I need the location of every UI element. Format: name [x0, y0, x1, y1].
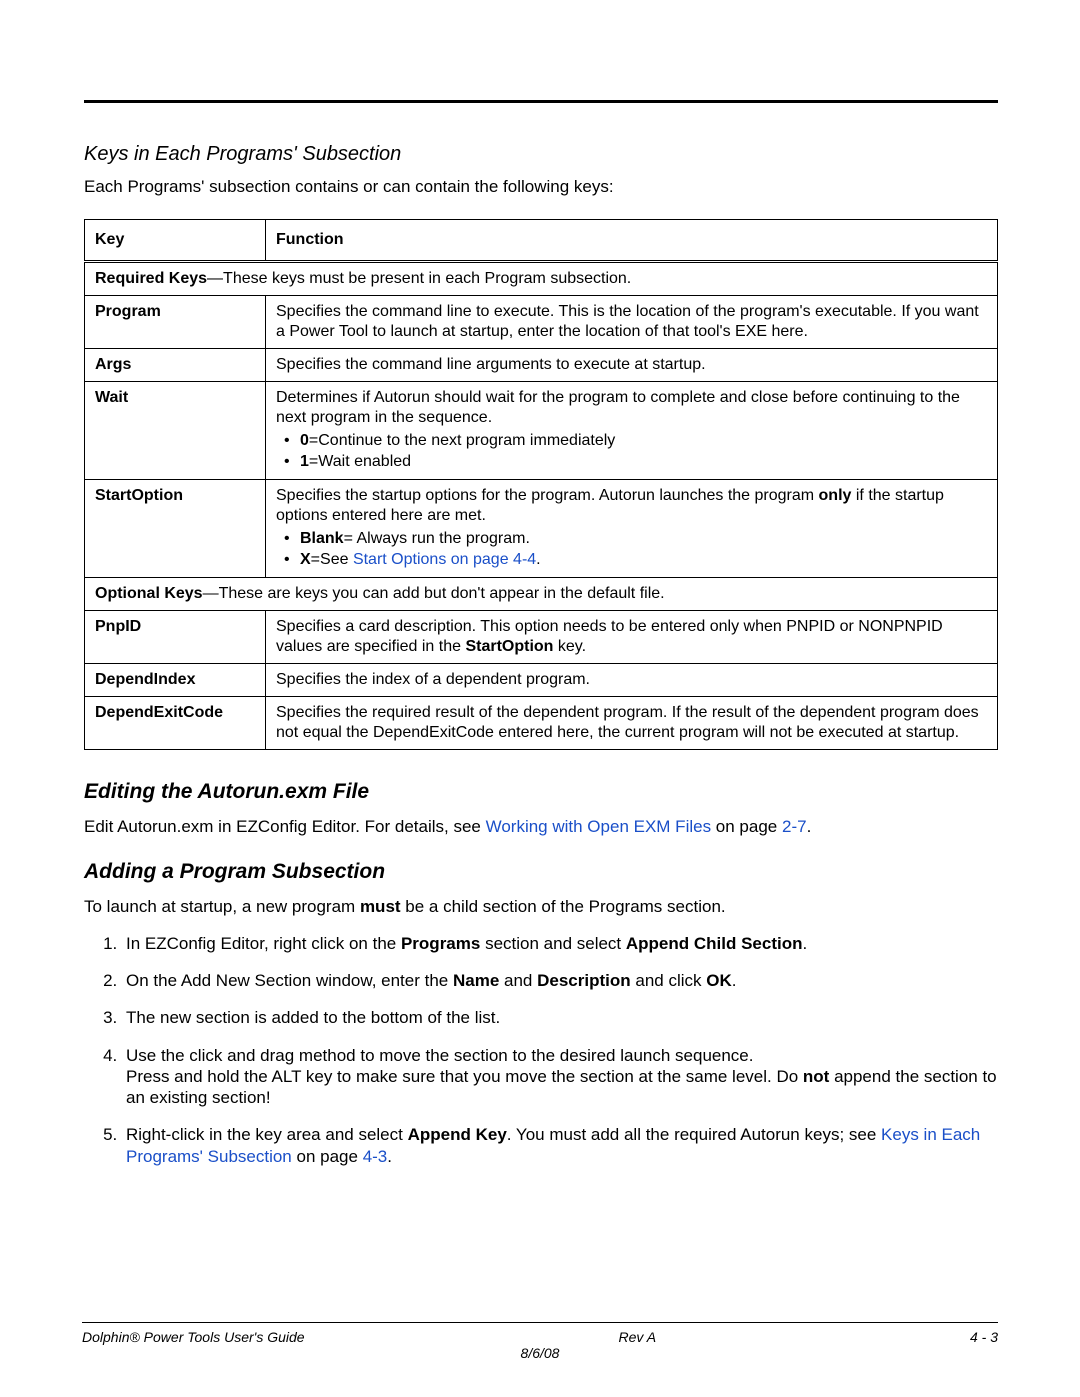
start-x-eq: =See [311, 551, 353, 568]
s1a: In EZConfig Editor, right click on the [126, 934, 401, 953]
adding-intro: To launch at startup, a new program must… [84, 896, 998, 917]
start-blank-bold: Blank [300, 530, 344, 547]
section-heading-editing: Editing the Autorun.exm File [84, 780, 998, 804]
start-lead-a: Specifies the startup options for the pr… [276, 487, 819, 504]
s1c: section and select [480, 934, 626, 953]
section-heading-keys: Keys in Each Programs' Subsection [84, 143, 998, 166]
s1d: Append Child Section [626, 934, 803, 953]
s4c: not [803, 1067, 829, 1086]
s2f: OK [706, 971, 732, 990]
header-rule [84, 100, 998, 103]
add-a: To launch at startup, a new program [84, 897, 360, 916]
wait-1-rest: =Wait enabled [309, 453, 411, 470]
optional-keys-label: Optional Keys [95, 585, 203, 602]
fn-pnpid: Specifies a card description. This optio… [266, 611, 998, 664]
row-wait: Wait Determines if Autorun should wait f… [85, 382, 998, 480]
pnpid-a: Specifies a card description. This optio… [276, 618, 943, 655]
edit-dot: . [807, 817, 812, 836]
intro-paragraph: Each Programs' subsection contains or ca… [84, 176, 998, 197]
start-only: only [819, 487, 852, 504]
section-heading-adding: Adding a Program Subsection [84, 860, 998, 884]
editing-paragraph: Edit Autorun.exm in EZConfig Editor. For… [84, 816, 998, 837]
row-program: Program Specifies the command line to ex… [85, 296, 998, 349]
edit-a: Edit Autorun.exm in EZConfig Editor. For… [84, 817, 486, 836]
start-blank-rest: = Always run the program. [344, 530, 530, 547]
footer-left: Dolphin® Power Tools User's Guide [82, 1329, 305, 1345]
row-pnpid: PnpID Specifies a card description. This… [85, 611, 998, 664]
s2a: On the Add New Section window, enter the [126, 971, 453, 990]
key-dependindex: DependIndex [85, 664, 266, 697]
row-dependexitcode: DependExitCode Specifies the required re… [85, 697, 998, 750]
keys-table: Key Function Required Keys—These keys mu… [84, 219, 998, 750]
key-wait: Wait [85, 382, 266, 480]
s4b: Press and hold the ALT key to make sure … [126, 1067, 803, 1086]
add-must: must [360, 897, 401, 916]
key-args: Args [85, 349, 266, 382]
s5d: on page [292, 1147, 363, 1166]
step-5: Right-click in the key area and select A… [122, 1124, 998, 1167]
fn-dependindex: Specifies the index of a dependent progr… [266, 664, 998, 697]
key-pnpid: PnpID [85, 611, 266, 664]
wait-0-bold: 0 [300, 432, 309, 449]
steps-list: In EZConfig Editor, right click on the P… [84, 933, 998, 1167]
key-startoption: StartOption [85, 480, 266, 578]
step-3: The new section is added to the bottom o… [122, 1007, 998, 1028]
link-working-exm[interactable]: Working with Open EXM Files [486, 817, 711, 836]
wait-0-rest: =Continue to the next program immediatel… [309, 432, 615, 449]
s2e: and click [631, 971, 707, 990]
key-program: Program [85, 296, 266, 349]
link-page-2-7[interactable]: 2-7 [782, 817, 807, 836]
row-dependindex: DependIndex Specifies the index of a dep… [85, 664, 998, 697]
s5a: Right-click in the key area and select [126, 1125, 408, 1144]
pnpid-b: StartOption [465, 638, 553, 655]
s2g: . [732, 971, 737, 990]
fn-startoption: Specifies the startup options for the pr… [266, 480, 998, 578]
footer-center: Rev A [305, 1329, 970, 1345]
step-4: Use the click and drag method to move th… [122, 1045, 998, 1109]
optional-keys-desc: —These are keys you can add but don't ap… [203, 585, 665, 602]
s5b: Append Key [408, 1125, 507, 1144]
footer-rule [82, 1322, 998, 1323]
footer-right: 4 - 3 [970, 1329, 998, 1345]
s2c: and [499, 971, 537, 990]
link-start-options[interactable]: Start Options on page 4-4 [353, 551, 536, 568]
fn-dependexitcode: Specifies the required result of the dep… [266, 697, 998, 750]
fn-args: Specifies the command line arguments to … [266, 349, 998, 382]
required-keys-label: Required Keys [95, 270, 207, 287]
wait-lead: Determines if Autorun should wait for th… [276, 389, 960, 426]
s1b: Programs [401, 934, 480, 953]
s2b: Name [453, 971, 499, 990]
add-c: be a child section of the Programs secti… [401, 897, 726, 916]
th-key: Key [85, 220, 266, 262]
required-keys-desc: —These keys must be present in each Prog… [207, 270, 631, 287]
start-x-dot: . [536, 551, 540, 568]
start-x-bold: X [300, 551, 311, 568]
s4a: Use the click and drag method to move th… [126, 1046, 754, 1065]
pnpid-c: key. [553, 638, 586, 655]
s2d: Description [537, 971, 631, 990]
step-2: On the Add New Section window, enter the… [122, 970, 998, 991]
row-startoption: StartOption Specifies the startup option… [85, 480, 998, 578]
footer-date: 8/6/08 [82, 1345, 998, 1361]
s5e: . [387, 1147, 392, 1166]
wait-1-bold: 1 [300, 453, 309, 470]
row-required-banner: Required Keys—These keys must be present… [85, 262, 998, 296]
page-footer: Dolphin® Power Tools User's Guide Rev A … [82, 1322, 998, 1361]
link-page-4-3[interactable]: 4-3 [363, 1147, 388, 1166]
s1e: . [802, 934, 807, 953]
fn-wait: Determines if Autorun should wait for th… [266, 382, 998, 480]
th-function: Function [266, 220, 998, 262]
row-args: Args Specifies the command line argument… [85, 349, 998, 382]
edit-b: on page [711, 817, 782, 836]
key-dependexitcode: DependExitCode [85, 697, 266, 750]
step-1: In EZConfig Editor, right click on the P… [122, 933, 998, 954]
row-optional-banner: Optional Keys—These are keys you can add… [85, 578, 998, 611]
fn-program: Specifies the command line to execute. T… [266, 296, 998, 349]
s5c: . You must add all the required Autorun … [507, 1125, 881, 1144]
